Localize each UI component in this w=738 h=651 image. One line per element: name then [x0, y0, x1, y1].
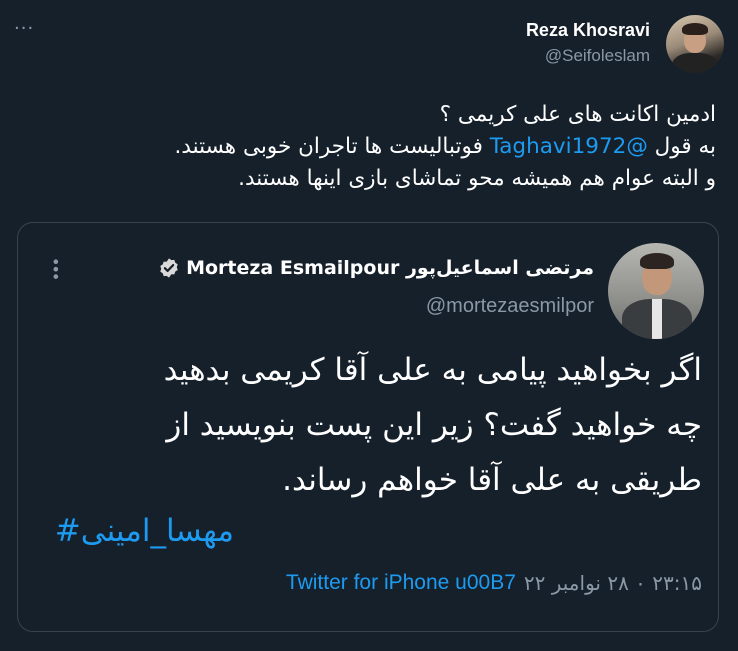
author-name[interactable]: Reza Khosravi [526, 20, 650, 41]
quote-author-avatar[interactable] [608, 243, 704, 339]
quote-source-link[interactable]: Twitter for iPhone u00B7 [286, 571, 516, 595]
quote-author-row: مرتضی اسماعیل‌پور Morteza Esmailpour [158, 257, 594, 279]
tweet-line-1: ادمین اکانت های علی کریمی ؟ [439, 102, 716, 127]
quote-line-1: اگر بخواهید پیامی به علی آقا کریمی بدهید [163, 352, 702, 388]
author-avatar[interactable] [666, 15, 724, 73]
more-options-icon[interactable]: ··· [14, 20, 34, 38]
hashtag-link[interactable]: مهسا_امینی# [55, 513, 234, 549]
tweet-line-2-prefix: به قول [647, 134, 716, 159]
tweet-line-3: و البته عوام هم همیشه محو تماشای بازی ای… [238, 166, 716, 191]
tweet-line-2: به قول @Taghavi1972 فوتبالیست ها تاجران … [16, 131, 716, 163]
verified-badge-icon [160, 258, 178, 278]
quote-author-handle[interactable]: @mortezaesmilpor [426, 295, 594, 318]
mention-link[interactable]: @Taghavi1972 [490, 134, 648, 159]
quote-more-options-icon[interactable]: ••• [46, 257, 65, 279]
quoted-tweet-card[interactable]: ••• مرتضی اسماعیل‌پور Morteza Esmailpour… [17, 222, 719, 632]
quote-timestamp[interactable]: ۲۳:۱۵ ۰ ۲۸ نوامبر ۲۲ [524, 571, 702, 595]
quote-text: اگر بخواهید پیامی به علی آقا کریمی بدهید… [42, 343, 702, 508]
tweet-line-2-suffix: فوتبالیست ها تاجران خوبی هستند. [174, 134, 490, 159]
quote-line-3: طریقی به علی آقا خواهم رساند. [282, 462, 702, 498]
quote-author-name[interactable]: مرتضی اسماعیل‌پور Morteza Esmailpour [186, 257, 594, 279]
tweet-text: ادمین اکانت های علی کریمی ؟ به قول @Tagh… [16, 99, 716, 195]
author-handle[interactable]: @Seifoleslam [545, 46, 650, 66]
quote-line-2: چه خواهید گفت؟ زیر این پست بنویسید از [166, 407, 702, 443]
quote-footer: ۲۳:۱۵ ۰ ۲۸ نوامبر ۲۲ Twitter for iPhone … [286, 571, 702, 595]
